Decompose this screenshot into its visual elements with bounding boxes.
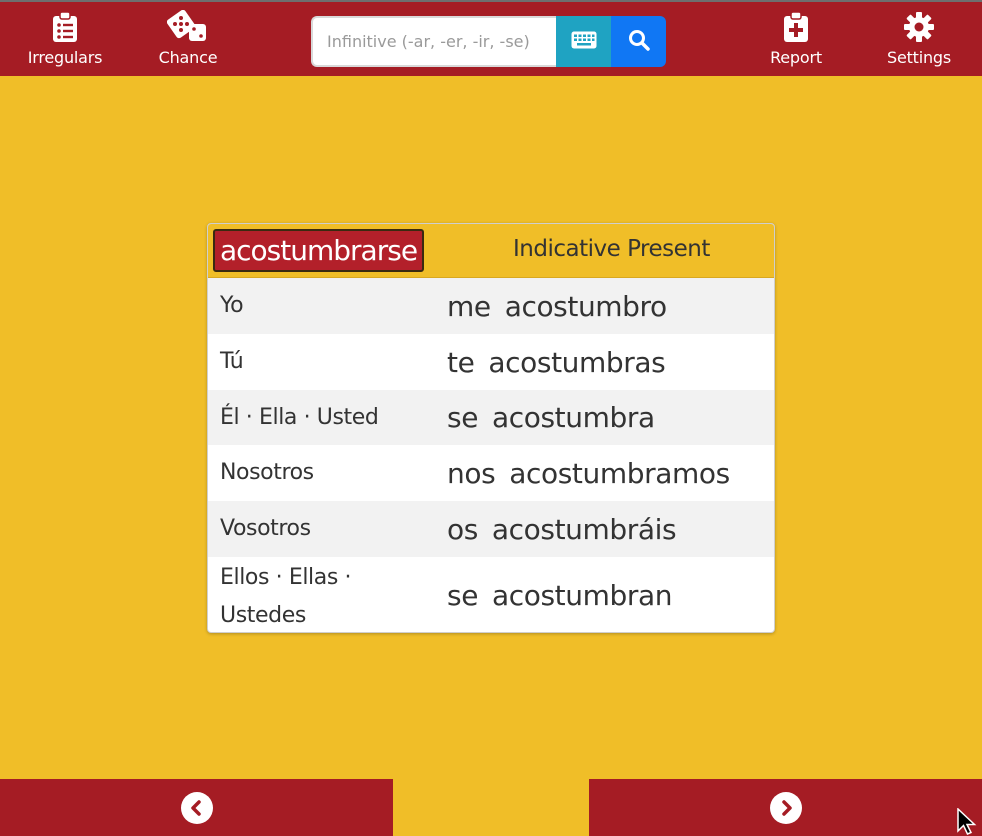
conjugated-form: me acostumbro: [447, 290, 667, 323]
chance-label: Chance: [158, 48, 218, 67]
verb-form: acostumbras: [488, 345, 666, 379]
report-label: Report: [770, 48, 822, 67]
reflexive-pronoun: os: [447, 512, 478, 546]
pronoun-label: Tú: [220, 349, 244, 374]
card-header: acostumbrarse Indicative Present: [208, 224, 774, 278]
reflexive-pronoun: te: [447, 345, 475, 379]
clipboard-list-icon: [52, 10, 78, 44]
irregulars-button[interactable]: Irregulars: [10, 2, 120, 78]
reflexive-pronoun: me: [447, 289, 491, 323]
pronoun-line-2: Ustedes: [220, 603, 306, 628]
reflexive-pronoun: se: [447, 401, 479, 434]
conjugation-row-el: Él · Ella · Usted se acostumbra: [208, 390, 774, 445]
chance-button[interactable]: Chance: [133, 2, 243, 78]
pronoun-label: Ellos · Ellas · Ustedes: [220, 559, 352, 632]
search-bar: [311, 16, 666, 67]
verb-badge[interactable]: acostumbrarse: [213, 229, 425, 272]
verb-form: acostumbro: [504, 289, 667, 323]
conjugation-row-ellos: Ellos · Ellas · Ustedes se acostumbran: [208, 557, 774, 632]
tense-title: Indicative Present: [513, 236, 710, 262]
irregulars-label: Irregulars: [27, 48, 103, 67]
pronoun-label: Él · Ella · Usted: [220, 404, 379, 430]
search-button[interactable]: [611, 16, 666, 67]
verb-form: acostumbran: [492, 579, 673, 612]
gear-icon: [903, 10, 935, 44]
mouse-cursor-icon: [957, 807, 981, 836]
pronoun-label: Yo: [220, 293, 244, 318]
report-button[interactable]: Report: [741, 2, 851, 78]
settings-label: Settings: [886, 48, 952, 67]
keyboard-button[interactable]: [556, 16, 611, 67]
chevron-right-circle-icon: [769, 791, 802, 824]
pronoun-line-1: Ellos · Ellas ·: [220, 565, 352, 590]
search-icon: [628, 29, 650, 54]
reflexive-pronoun: nos: [447, 456, 496, 490]
conjugation-card: acostumbrarse Indicative Present Yo me ac…: [207, 223, 775, 633]
top-navbar: Irregulars Chance Infinitive (-ar, -er, …: [0, 0, 982, 76]
previous-button[interactable]: [0, 779, 393, 836]
chevron-left-circle-icon: [180, 791, 213, 824]
conjugation-row-vosotros: Vosotros os acostumbráis: [208, 501, 774, 557]
conjugation-row-nosotros: Nosotros nos acostumbramos: [208, 445, 774, 501]
conjugated-form: os acostumbráis: [447, 512, 677, 546]
keyboard-icon: [571, 31, 597, 52]
conjugation-row-tu: Tú te acostumbras: [208, 334, 774, 390]
conjugated-form: nos acostumbramos: [447, 457, 730, 490]
dice-icon: [167, 10, 209, 44]
settings-button[interactable]: Settings: [864, 2, 974, 78]
verb-form: acostumbramos: [509, 456, 730, 490]
conjugated-form: te acostumbras: [447, 345, 666, 379]
reflexive-pronoun: se: [447, 579, 479, 612]
verb-form: acostumbráis: [491, 512, 677, 546]
conjugated-form: se acostumbra: [447, 401, 655, 434]
pronoun-label: Vosotros: [220, 516, 311, 541]
clipboard-plus-icon: [783, 10, 809, 44]
next-button[interactable]: [589, 779, 982, 836]
verb-form: acostumbra: [492, 401, 655, 434]
infinitive-search-input[interactable]: [311, 16, 556, 67]
pronoun-label: Nosotros: [220, 460, 314, 485]
conjugation-row-yo: Yo me acostumbro: [208, 278, 774, 334]
conjugated-form: se acostumbran: [447, 579, 672, 612]
